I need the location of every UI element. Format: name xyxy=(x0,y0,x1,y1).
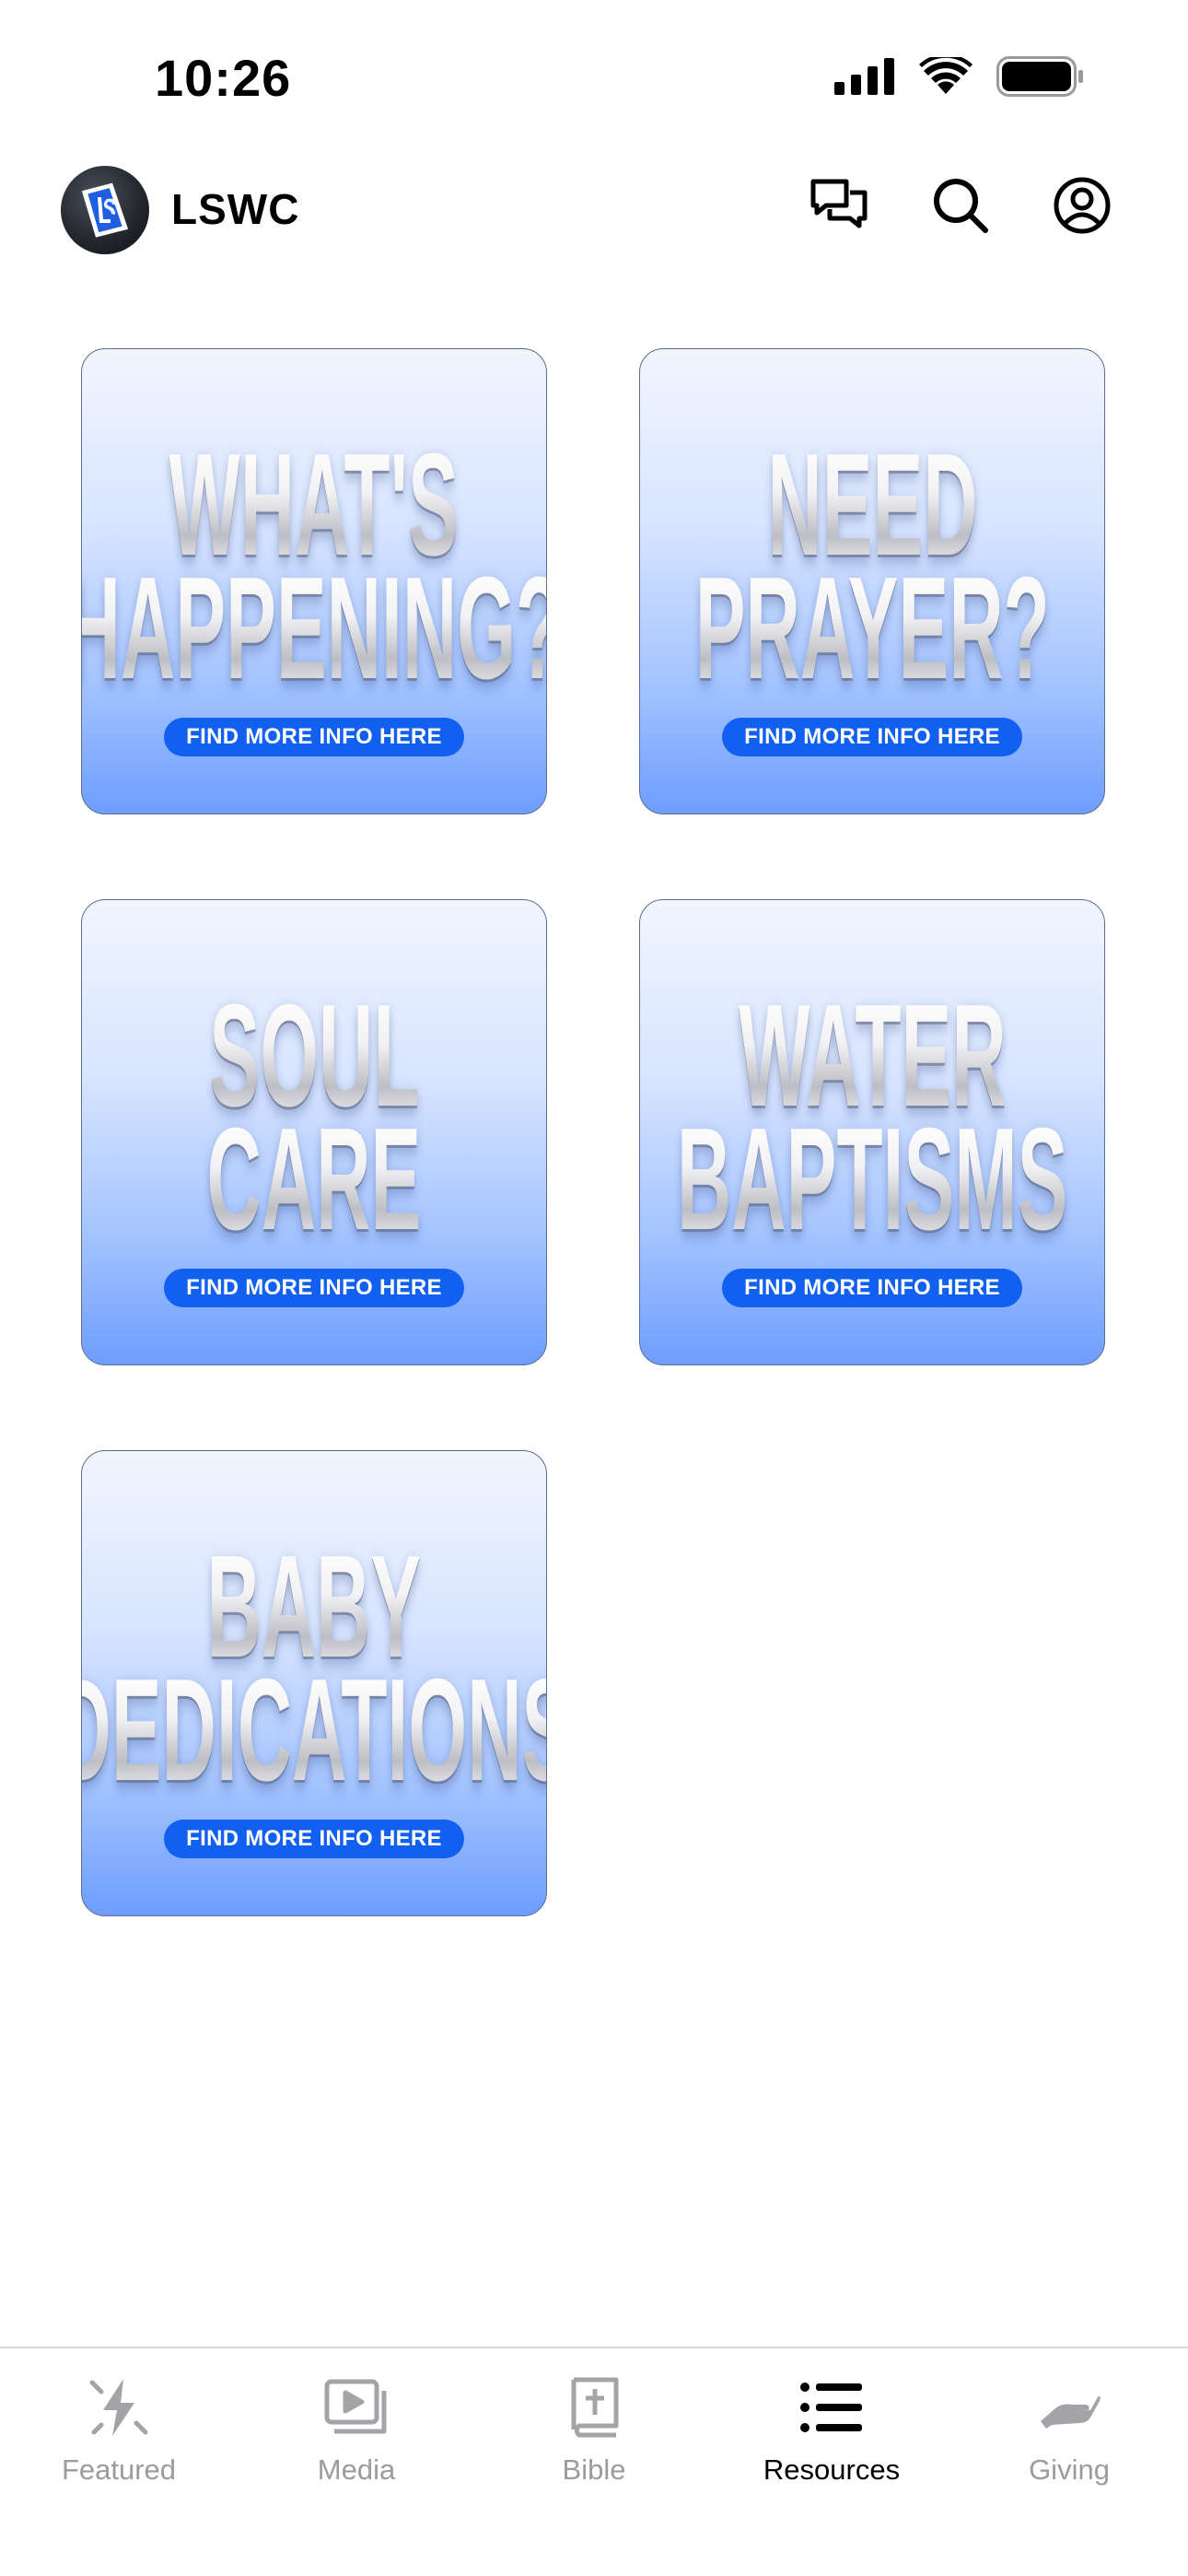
giving-hand-icon xyxy=(1032,2371,1106,2444)
card-title-line: HAPPENING? xyxy=(82,556,546,701)
app-title: LSWC xyxy=(171,185,300,233)
card-title: BABY DEDICATIONS xyxy=(82,1534,546,1803)
status-icons xyxy=(834,53,1085,101)
find-more-info-button[interactable]: FIND MORE INFO HERE xyxy=(164,1269,464,1307)
search-icon[interactable] xyxy=(930,175,991,236)
tab-media[interactable]: Media xyxy=(246,2371,467,2487)
bible-icon xyxy=(557,2371,631,2444)
lswc-logo-icon[interactable] xyxy=(61,166,149,254)
app-header: LSWC xyxy=(0,157,1188,267)
resource-card-water-baptisms[interactable]: WATER BAPTISMS FIND MORE INFO HERE xyxy=(639,899,1105,1365)
resource-card-baby-dedications[interactable]: BABY DEDICATIONS FIND MORE INFO HERE xyxy=(81,1450,547,1916)
tab-label: Resources xyxy=(763,2453,901,2486)
find-more-info-button[interactable]: FIND MORE INFO HERE xyxy=(722,718,1022,756)
resource-card-whats-happening[interactable]: WHAT'S HAPPENING? FIND MORE INFO HERE xyxy=(81,348,547,814)
tab-label: Featured xyxy=(61,2453,177,2486)
profile-icon[interactable] xyxy=(1052,175,1112,236)
wifi-icon xyxy=(919,53,973,100)
resource-card-need-prayer[interactable]: NEED PRAYER? FIND MORE INFO HERE xyxy=(639,348,1105,814)
tab-bar: Featured Media Bible Resources Giving xyxy=(0,2347,1188,2576)
find-more-info-button[interactable]: FIND MORE INFO HERE xyxy=(164,1820,464,1858)
find-more-info-button[interactable]: FIND MORE INFO HERE xyxy=(722,1269,1022,1307)
status-time: 10:26 xyxy=(155,49,292,107)
card-title-line: CARE xyxy=(206,1098,422,1260)
resources-grid: WHAT'S HAPPENING? FIND MORE INFO HERE NE… xyxy=(81,348,1107,1916)
card-title: SOUL CARE xyxy=(82,983,546,1260)
tab-label: Bible xyxy=(562,2453,626,2486)
card-title: WATER BAPTISMS xyxy=(640,983,1104,1260)
card-title: NEED PRAYER? xyxy=(640,432,1104,709)
tab-label: Giving xyxy=(1029,2453,1110,2486)
card-title: WHAT'S HAPPENING? xyxy=(82,432,546,701)
find-more-info-button[interactable]: FIND MORE INFO HERE xyxy=(164,718,464,756)
media-icon xyxy=(320,2371,393,2444)
tab-giving[interactable]: Giving xyxy=(959,2371,1180,2487)
status-bar: 10:26 xyxy=(0,0,1188,157)
tab-resources[interactable]: Resources xyxy=(721,2371,942,2487)
header-actions xyxy=(809,175,1112,236)
cellular-signal-icon xyxy=(834,57,895,100)
tab-label: Media xyxy=(317,2453,396,2486)
bolt-icon xyxy=(82,2371,156,2444)
card-title-line: PRAYER? xyxy=(694,547,1050,709)
card-title-line: DEDICATIONS xyxy=(82,1657,546,1803)
chat-icon[interactable] xyxy=(809,175,869,236)
resource-card-soul-care[interactable]: SOUL CARE FIND MORE INFO HERE xyxy=(81,899,547,1365)
list-icon xyxy=(795,2371,868,2444)
card-title-line: BAPTISMS xyxy=(676,1098,1068,1260)
tab-bible[interactable]: Bible xyxy=(483,2371,705,2487)
tab-featured[interactable]: Featured xyxy=(8,2371,229,2487)
battery-icon xyxy=(996,55,1085,101)
